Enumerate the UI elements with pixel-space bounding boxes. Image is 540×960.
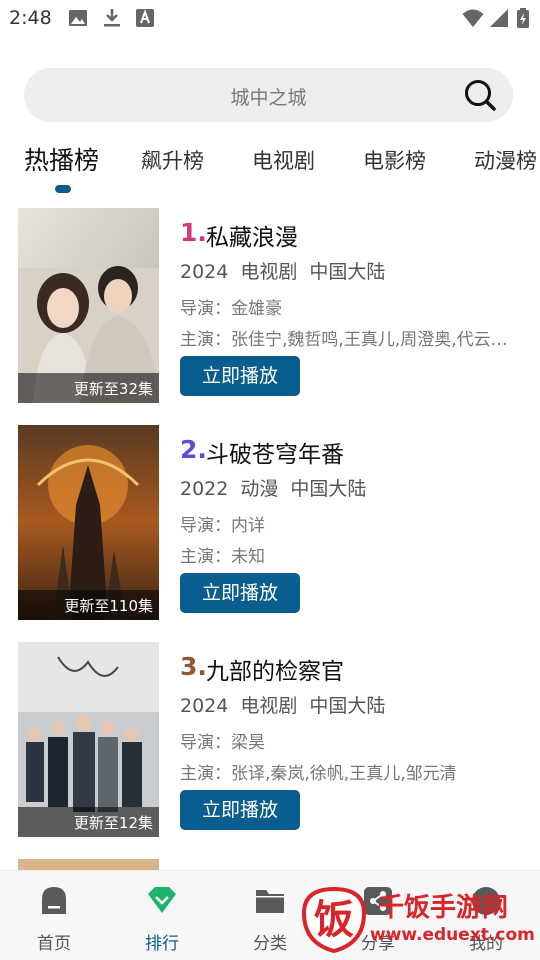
search-bar[interactable]: 城中之城 xyxy=(24,68,513,122)
play-button[interactable]: 立即播放 xyxy=(180,356,300,396)
folder-icon xyxy=(256,890,284,913)
cast: 主演：张译,秦岚,徐帆,王真儿,邹元清 xyxy=(180,764,457,784)
signal-icon xyxy=(490,9,508,27)
app-a-icon xyxy=(136,9,154,27)
nav-category-label: 分类 xyxy=(253,934,287,954)
type: 动漫 xyxy=(240,478,279,500)
profile-icon xyxy=(472,887,500,915)
item-title[interactable]: 私藏浪漫 xyxy=(206,218,298,252)
diamond-rank-icon xyxy=(148,887,176,913)
nav-ranking-label: 排行 xyxy=(145,934,179,954)
tab-tv-series[interactable]: 电视剧 xyxy=(252,145,315,175)
director: 导演：梁昊 xyxy=(180,733,265,753)
nav-share[interactable]: 分享 xyxy=(324,871,432,960)
year: 2022 xyxy=(180,478,229,500)
poster-image[interactable]: 更新至110集 xyxy=(18,425,159,620)
update-status: 更新至32集 xyxy=(18,373,159,403)
battery-icon xyxy=(517,8,529,28)
cast: 主演：张佳宁,魏哲鸣,王真儿,周澄奥,代云… xyxy=(180,330,508,350)
update-status: 更新至12集 xyxy=(18,807,159,837)
nav-category[interactable]: 分类 xyxy=(216,871,324,960)
region: 中国大陆 xyxy=(309,695,386,717)
nav-home-label: 首页 xyxy=(37,934,71,954)
tab-indicator xyxy=(55,185,71,193)
status-time: 2:48 xyxy=(9,7,52,29)
type: 电视剧 xyxy=(240,695,298,717)
poster-image[interactable]: 更新至12集 xyxy=(18,642,159,837)
tab-rising[interactable]: 飙升榜 xyxy=(141,145,204,175)
item-title[interactable]: 斗破苍穹年番 xyxy=(206,435,344,469)
year: 2024 xyxy=(180,695,229,717)
year: 2024 xyxy=(180,261,229,283)
region: 中国大陆 xyxy=(290,478,367,500)
search-icon[interactable] xyxy=(463,78,497,112)
tab-hot[interactable]: 热播榜 xyxy=(24,141,99,177)
poster-image[interactable]: 更新至32集 xyxy=(18,208,159,403)
nav-share-label: 分享 xyxy=(361,934,395,954)
share-icon xyxy=(364,887,392,915)
image-icon xyxy=(69,10,87,26)
nav-ranking[interactable]: 排行 xyxy=(108,871,216,960)
nav-profile-label: 我的 xyxy=(469,934,503,954)
item-meta: 2022 动漫 中国大陆 xyxy=(180,474,378,501)
ranking-tabs: 热播榜 飙升榜 电视剧 电影榜 动漫榜 xyxy=(0,138,540,198)
director: 导演：内详 xyxy=(180,516,265,536)
download-icon xyxy=(104,9,120,27)
director: 导演：金雄豪 xyxy=(180,299,282,319)
play-button[interactable]: 立即播放 xyxy=(180,573,300,613)
poster-image-partial xyxy=(18,859,159,870)
rank-number: 2. xyxy=(180,435,207,464)
item-meta: 2024 电视剧 中国大陆 xyxy=(180,691,397,718)
list-item[interactable]: 更新至12集 3. 九部的检察官 2024 电视剧 中国大陆 导演：梁昊 主演：张译… xyxy=(0,642,540,842)
tab-anime[interactable]: 动漫榜 xyxy=(474,145,537,175)
wifi-icon xyxy=(462,9,484,27)
rank-number: 1. xyxy=(180,218,207,247)
list-item[interactable]: 更新至32集 1. 私藏浪漫 2024 电视剧 中国大陆 导演：金雄豪 主演：张佳宁… xyxy=(0,208,540,408)
item-title[interactable]: 九部的检察官 xyxy=(206,652,344,686)
list-item[interactable]: 更新至110集 2. 斗破苍穹年番 2022 动漫 中国大陆 导演：内详 主演：未知… xyxy=(0,425,540,625)
tab-movies[interactable]: 电影榜 xyxy=(363,145,426,175)
nav-profile[interactable]: 我的 xyxy=(432,871,540,960)
home-icon xyxy=(42,887,66,914)
status-bar: 2:48 xyxy=(0,0,540,38)
region: 中国大陆 xyxy=(309,261,386,283)
cast: 主演：未知 xyxy=(180,547,265,567)
update-status: 更新至110集 xyxy=(18,590,159,620)
type: 电视剧 xyxy=(240,261,298,283)
play-button[interactable]: 立即播放 xyxy=(180,790,300,830)
item-meta: 2024 电视剧 中国大陆 xyxy=(180,257,397,284)
search-input[interactable]: 城中之城 xyxy=(24,83,513,110)
bottom-nav: 首页 排行 分类 分享 我的 xyxy=(0,870,540,960)
rank-number: 3. xyxy=(180,652,207,681)
nav-home[interactable]: 首页 xyxy=(0,871,108,960)
